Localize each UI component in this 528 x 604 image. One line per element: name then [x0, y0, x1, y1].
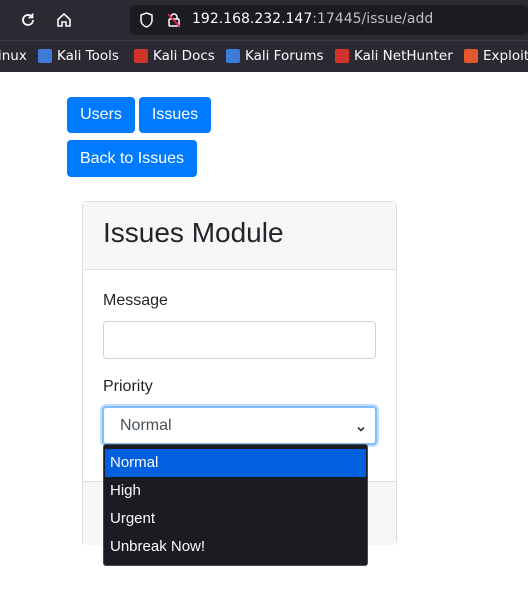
bookmark-label: Kali NetHunter: [354, 48, 453, 64]
kali-forums-icon: [226, 49, 240, 63]
priority-option-unbreak-now[interactable]: Unbreak Now!: [104, 533, 367, 561]
kali-nethunter-icon: [335, 49, 349, 63]
insecure-lock-icon[interactable]: [166, 12, 182, 32]
priority-label: Priority: [103, 378, 153, 395]
bookmark-label: Kali Tools: [57, 48, 119, 64]
chevron-down-icon: [355, 420, 367, 439]
bookmark-item[interactable]: Kali Tools: [38, 48, 119, 64]
bookmark-item[interactable]: inux: [0, 48, 27, 64]
message-label: Message: [103, 292, 168, 309]
shield-icon[interactable]: [139, 12, 154, 32]
bookmarks-bar: inux Kali Tools Kali Docs Kali Forums Ka…: [0, 40, 528, 72]
url-host: 192.168.232.147: [192, 11, 313, 27]
kali-docs-icon: [134, 49, 148, 63]
bookmark-label: inux: [0, 48, 27, 64]
bookmark-item[interactable]: Kali Forums: [226, 48, 324, 64]
url-text: 192.168.232.147:17445/issue/add: [192, 11, 433, 27]
priority-option-high[interactable]: High: [104, 477, 367, 505]
message-input[interactable]: [103, 321, 376, 359]
kali-dragon-icon: [38, 49, 52, 63]
card-title: Issues Module: [103, 217, 284, 248]
priority-dropdown-list: Normal High Urgent Unbreak Now!: [103, 444, 368, 566]
bookmark-item[interactable]: Exploit: [464, 48, 528, 64]
priority-option-urgent[interactable]: Urgent: [104, 505, 367, 533]
bookmark-label: Kali Forums: [245, 48, 324, 64]
users-button[interactable]: Users: [67, 97, 135, 133]
browser-toolbar: 192.168.232.147:17445/issue/add: [0, 0, 528, 40]
bookmark-item[interactable]: Kali Docs: [134, 48, 215, 64]
reload-icon[interactable]: [16, 8, 40, 32]
exploit-db-icon: [464, 49, 478, 63]
back-to-issues-button[interactable]: Back to Issues: [67, 140, 197, 177]
bookmark-label: Exploit: [483, 48, 528, 64]
priority-select[interactable]: Normal: [102, 406, 377, 445]
card-header: Issues Module: [83, 202, 396, 270]
issues-button[interactable]: Issues: [139, 97, 211, 133]
bookmark-label: Kali Docs: [153, 48, 215, 64]
address-bar[interactable]: 192.168.232.147:17445/issue/add: [130, 5, 528, 35]
bookmark-item[interactable]: Kali NetHunter: [335, 48, 453, 64]
home-icon[interactable]: [52, 8, 76, 32]
priority-select-value: Normal: [120, 417, 172, 434]
url-path: :17445/issue/add: [312, 11, 434, 27]
priority-option-normal[interactable]: Normal: [105, 449, 366, 477]
